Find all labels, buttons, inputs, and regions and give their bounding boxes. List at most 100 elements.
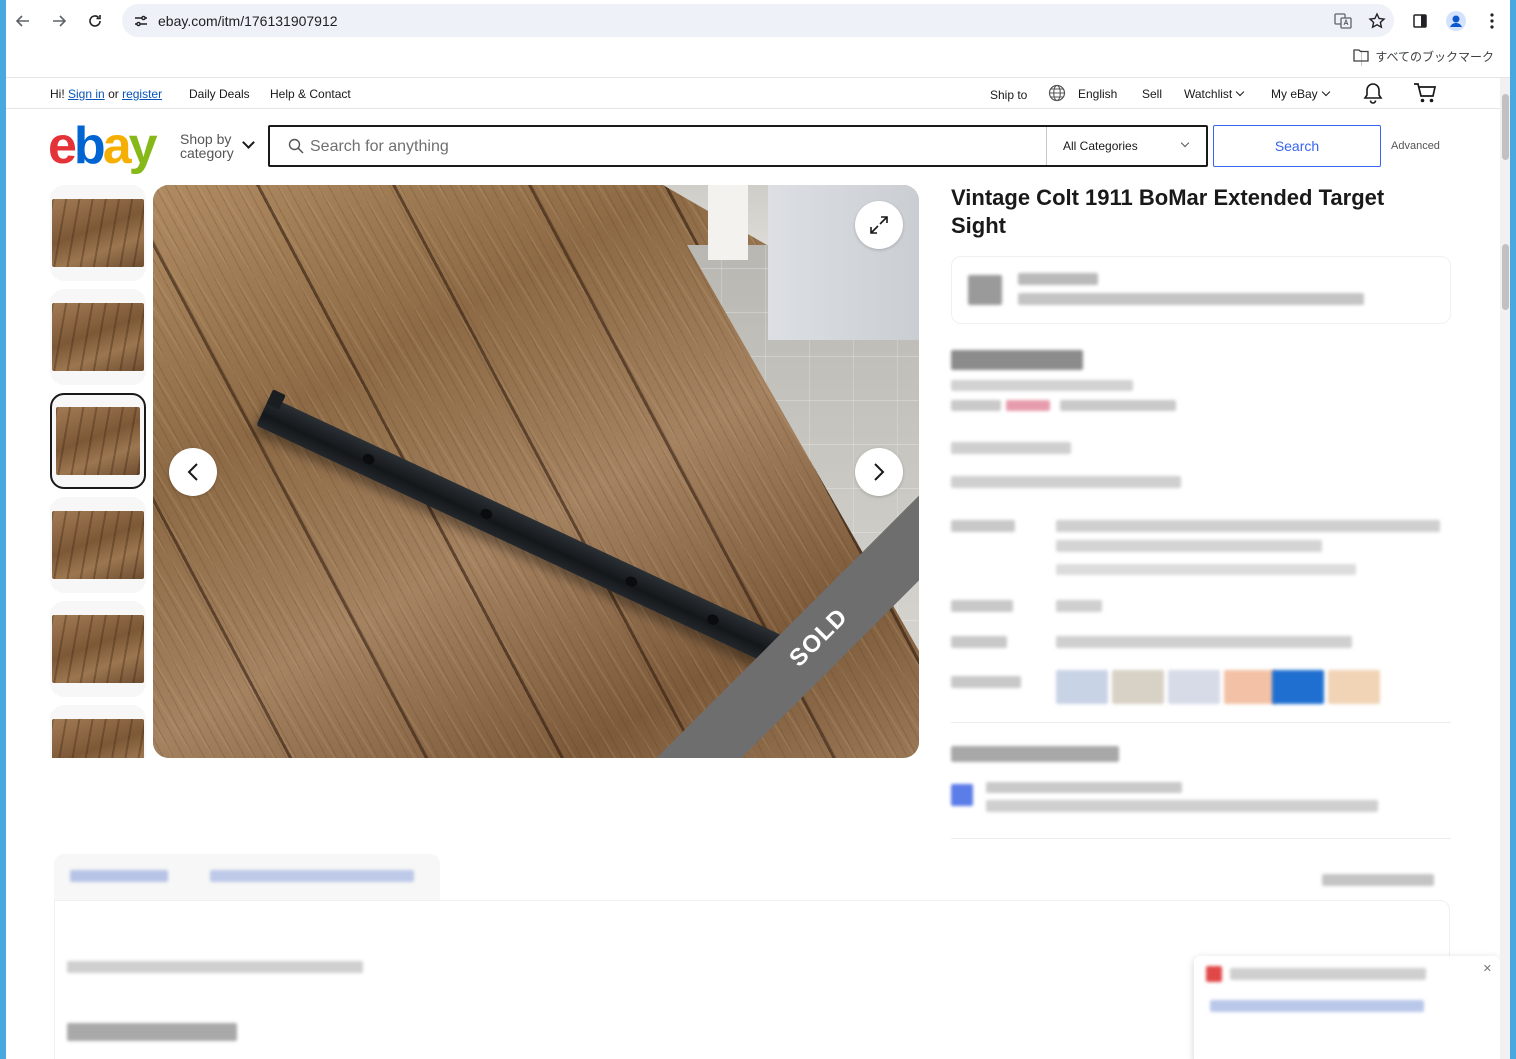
logo-letter-e: e <box>48 117 77 175</box>
expand-icon[interactable] <box>855 201 903 249</box>
page-scrollbar[interactable] <box>1500 78 1510 1059</box>
redacted-text <box>1056 564 1356 575</box>
global-header-nav: Hi! Sign in or register Daily Deals Help… <box>6 78 1500 109</box>
ebay-logo[interactable]: ebay <box>48 117 158 175</box>
register-link[interactable]: register <box>122 87 162 101</box>
rail-hole <box>705 612 721 627</box>
profile-icon[interactable] <box>1444 9 1468 33</box>
redacted-text <box>1056 540 1322 552</box>
redacted-text <box>951 380 1133 391</box>
forward-icon[interactable] <box>46 8 72 34</box>
globe-icon[interactable] <box>1048 84 1066 105</box>
greeting-text: Hi! <box>50 87 65 101</box>
price-redacted <box>951 350 1083 370</box>
thumbnail-2[interactable] <box>50 289 146 385</box>
language-selector[interactable]: English <box>1078 87 1117 101</box>
all-bookmarks[interactable]: すべてのブックマーク <box>1353 48 1494 65</box>
thumbnail-image <box>56 407 140 475</box>
folder-icon <box>1353 48 1369 65</box>
search-button[interactable]: Search <box>1213 125 1381 167</box>
my-ebay-menu[interactable]: My eBay <box>1271 87 1330 101</box>
redacted-text <box>1056 600 1102 612</box>
thumbnail-1[interactable] <box>50 185 146 281</box>
redacted-text <box>1018 273 1098 285</box>
all-bookmarks-label: すべてのブックマーク <box>1375 50 1494 64</box>
close-icon[interactable]: ✕ <box>1483 962 1492 975</box>
redacted-text <box>1060 400 1176 411</box>
browser-toolbar: ebay.com/itm/176131907912 すべてのブックマーク <box>6 0 1510 78</box>
payment-logo <box>1056 670 1108 704</box>
redacted-text <box>1056 636 1352 648</box>
chevron-down-icon <box>1321 87 1330 97</box>
url-text[interactable]: ebay.com/itm/176131907912 <box>158 13 338 29</box>
watchlist-label: Watchlist <box>1184 87 1233 101</box>
payment-logo <box>1272 670 1324 704</box>
redacted-text <box>951 476 1181 488</box>
back-icon[interactable] <box>10 8 36 34</box>
thumbnail-3-selected[interactable] <box>50 393 146 489</box>
thumbnail-6[interactable] <box>50 705 146 758</box>
thumbnail-4[interactable] <box>50 497 146 593</box>
chevron-right-icon[interactable] <box>855 448 903 496</box>
cart-icon[interactable] <box>1413 82 1437 107</box>
tab-redacted[interactable] <box>210 870 414 882</box>
daily-deals-link[interactable]: Daily Deals <box>189 87 250 101</box>
redacted-text <box>1322 874 1434 886</box>
site-settings-icon[interactable] <box>132 12 150 30</box>
chevron-left-icon[interactable] <box>169 448 217 496</box>
divider <box>951 722 1451 723</box>
chevron-down-icon[interactable] <box>242 136 255 149</box>
shop-by-line1: Shop by <box>180 131 232 147</box>
translate-icon[interactable] <box>1332 10 1354 32</box>
address-bar[interactable]: ebay.com/itm/176131907912 <box>122 4 1394 37</box>
bell-icon[interactable] <box>1363 82 1383 107</box>
redacted-label <box>951 636 1007 648</box>
side-panel-icon[interactable] <box>1408 9 1432 33</box>
window-border-right <box>1510 0 1516 1059</box>
kebab-menu-icon[interactable] <box>1480 9 1504 33</box>
search-bar: All Categories <box>268 125 1208 167</box>
divider <box>951 838 1451 839</box>
redacted-text <box>1056 520 1440 532</box>
redacted-icon <box>1206 966 1222 982</box>
seller-card-redacted <box>951 256 1451 324</box>
notification-popup[interactable]: ✕ <box>1194 956 1500 1059</box>
redacted-text <box>1018 293 1364 305</box>
listing-title: Vintage Colt 1911 BoMar Extended Target … <box>951 185 1385 238</box>
category-select[interactable]: All Categories <box>1046 127 1206 165</box>
redacted-link[interactable] <box>1210 1000 1424 1012</box>
logo-letter-a: a <box>102 117 132 175</box>
help-contact-link[interactable]: Help & Contact <box>270 87 351 101</box>
shop-by-category-button[interactable]: Shop by category <box>180 132 234 160</box>
star-icon[interactable] <box>1366 10 1388 32</box>
description-tabs <box>54 854 440 900</box>
redacted-heading <box>67 1023 237 1041</box>
chevron-down-icon <box>1180 138 1190 148</box>
sell-link[interactable]: Sell <box>1142 87 1162 101</box>
rail-hole <box>361 452 377 467</box>
reload-icon[interactable] <box>82 8 108 34</box>
thumbnail-5[interactable] <box>50 601 146 697</box>
redacted-heading <box>951 746 1119 762</box>
thumbnail-image <box>52 511 144 579</box>
logo-letter-y: y <box>128 117 158 175</box>
main-product-image[interactable]: SOLD <box>153 185 919 758</box>
search-icon <box>288 138 304 154</box>
greeting: Hi! Sign in or register <box>50 87 162 101</box>
rail-hole <box>478 506 494 522</box>
advanced-search-link[interactable]: Advanced <box>1391 140 1440 152</box>
scrollbar-thumb[interactable] <box>1502 94 1509 160</box>
thumbnail-image <box>52 199 144 267</box>
sign-in-link[interactable]: Sign in <box>68 87 105 101</box>
tab-redacted[interactable] <box>70 870 168 882</box>
rail-hole <box>623 574 639 589</box>
watchlist-menu[interactable]: Watchlist <box>1184 87 1245 101</box>
scrollbar-thumb[interactable] <box>1502 244 1509 310</box>
payment-logo <box>1168 670 1220 704</box>
my-ebay-label: My eBay <box>1271 87 1318 101</box>
redacted-text <box>67 961 363 973</box>
ship-to-button[interactable]: Ship to <box>990 88 1027 102</box>
category-select-value: All Categories <box>1063 139 1138 153</box>
redacted-badge <box>1006 400 1050 411</box>
search-input[interactable] <box>310 135 1030 159</box>
